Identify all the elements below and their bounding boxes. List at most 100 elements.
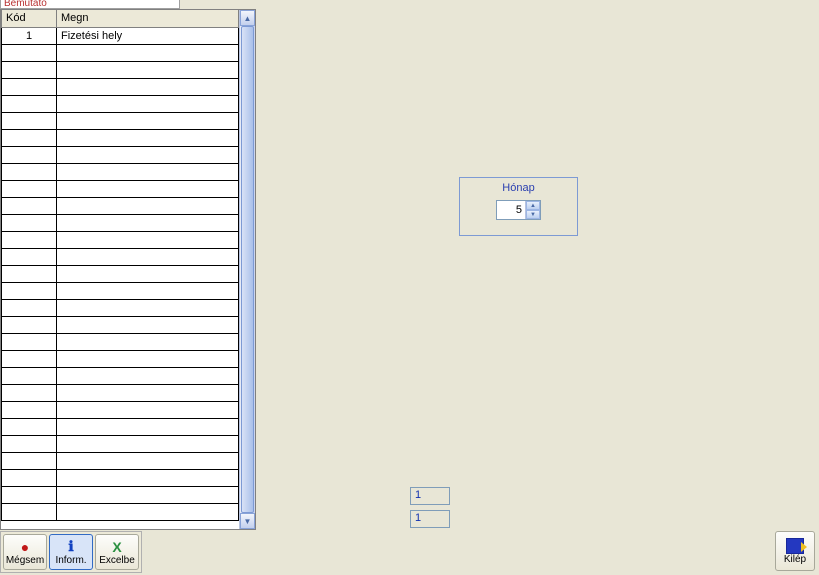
- tab-remnant[interactable]: Bemutató: [0, 0, 180, 9]
- cell-megn[interactable]: [57, 214, 239, 231]
- table-row[interactable]: [2, 333, 239, 350]
- table-row[interactable]: [2, 299, 239, 316]
- cell-kod[interactable]: [2, 44, 57, 61]
- cell-kod[interactable]: [2, 452, 57, 469]
- cell-megn[interactable]: [57, 401, 239, 418]
- scroll-thumb[interactable]: [241, 26, 254, 513]
- table-row[interactable]: [2, 452, 239, 469]
- cell-megn[interactable]: [57, 78, 239, 95]
- cell-kod[interactable]: [2, 384, 57, 401]
- cell-kod[interactable]: [2, 486, 57, 503]
- table-row[interactable]: [2, 163, 239, 180]
- cell-megn[interactable]: [57, 435, 239, 452]
- table-row[interactable]: [2, 350, 239, 367]
- cell-kod[interactable]: [2, 435, 57, 452]
- table-row[interactable]: [2, 146, 239, 163]
- table-row[interactable]: [2, 316, 239, 333]
- table-vertical-scrollbar[interactable]: ▲ ▼: [239, 10, 255, 529]
- cell-megn[interactable]: [57, 265, 239, 282]
- cell-megn[interactable]: [57, 44, 239, 61]
- table-row[interactable]: [2, 418, 239, 435]
- cell-kod[interactable]: [2, 299, 57, 316]
- cell-megn[interactable]: [57, 112, 239, 129]
- table-row[interactable]: [2, 214, 239, 231]
- cell-kod[interactable]: [2, 112, 57, 129]
- cell-kod[interactable]: [2, 350, 57, 367]
- col-header-kod[interactable]: Kód: [2, 10, 57, 27]
- table-row[interactable]: [2, 401, 239, 418]
- cell-megn[interactable]: [57, 367, 239, 384]
- table-row[interactable]: [2, 248, 239, 265]
- cell-kod[interactable]: [2, 163, 57, 180]
- cell-megn[interactable]: [57, 61, 239, 78]
- cell-megn[interactable]: [57, 333, 239, 350]
- table-row[interactable]: [2, 231, 239, 248]
- cell-kod[interactable]: [2, 418, 57, 435]
- cell-kod[interactable]: [2, 248, 57, 265]
- cell-megn[interactable]: [57, 486, 239, 503]
- col-header-megn[interactable]: Megn: [57, 10, 239, 27]
- cell-megn[interactable]: [57, 231, 239, 248]
- table-row[interactable]: [2, 129, 239, 146]
- cell-kod[interactable]: [2, 146, 57, 163]
- table-row[interactable]: [2, 265, 239, 282]
- table-row[interactable]: [2, 435, 239, 452]
- cell-megn[interactable]: [57, 299, 239, 316]
- cell-kod[interactable]: [2, 78, 57, 95]
- scroll-down-button[interactable]: ▼: [240, 513, 255, 529]
- table-row[interactable]: [2, 180, 239, 197]
- cell-megn[interactable]: [57, 452, 239, 469]
- table-row[interactable]: [2, 503, 239, 520]
- cell-megn[interactable]: [57, 384, 239, 401]
- cell-megn[interactable]: [57, 180, 239, 197]
- excel-button[interactable]: X Excelbe: [95, 534, 139, 570]
- cell-megn[interactable]: [57, 503, 239, 520]
- cell-kod[interactable]: [2, 282, 57, 299]
- scroll-up-button[interactable]: ▲: [240, 10, 255, 26]
- exit-button[interactable]: Kilép: [775, 531, 815, 571]
- table-row[interactable]: [2, 367, 239, 384]
- table-row[interactable]: [2, 95, 239, 112]
- cell-kod[interactable]: [2, 401, 57, 418]
- month-input[interactable]: [497, 201, 525, 219]
- cell-megn[interactable]: [57, 469, 239, 486]
- cell-megn[interactable]: [57, 163, 239, 180]
- table-row[interactable]: 1Fizetési hely: [2, 27, 239, 44]
- cell-kod[interactable]: [2, 214, 57, 231]
- info-button[interactable]: ℹ Inform.: [49, 534, 93, 570]
- cell-kod[interactable]: 1: [2, 27, 57, 44]
- cell-megn[interactable]: [57, 95, 239, 112]
- cell-kod[interactable]: [2, 265, 57, 282]
- cell-megn[interactable]: Fizetési hely: [57, 27, 239, 44]
- table-row[interactable]: [2, 469, 239, 486]
- cell-megn[interactable]: [57, 129, 239, 146]
- cell-kod[interactable]: [2, 129, 57, 146]
- cell-kod[interactable]: [2, 180, 57, 197]
- cell-kod[interactable]: [2, 469, 57, 486]
- cell-megn[interactable]: [57, 197, 239, 214]
- cell-kod[interactable]: [2, 95, 57, 112]
- table-row[interactable]: [2, 486, 239, 503]
- cell-megn[interactable]: [57, 146, 239, 163]
- cell-megn[interactable]: [57, 350, 239, 367]
- cell-megn[interactable]: [57, 282, 239, 299]
- table-row[interactable]: [2, 44, 239, 61]
- cell-megn[interactable]: [57, 418, 239, 435]
- cell-kod[interactable]: [2, 197, 57, 214]
- cell-kod[interactable]: [2, 333, 57, 350]
- cell-kod[interactable]: [2, 316, 57, 333]
- spin-down-button[interactable]: ▼: [526, 210, 540, 219]
- table-row[interactable]: [2, 61, 239, 78]
- cell-kod[interactable]: [2, 231, 57, 248]
- table-row[interactable]: [2, 78, 239, 95]
- table-row[interactable]: [2, 384, 239, 401]
- table-row[interactable]: [2, 197, 239, 214]
- cell-kod[interactable]: [2, 61, 57, 78]
- spin-up-button[interactable]: ▲: [526, 201, 540, 210]
- cell-kod[interactable]: [2, 367, 57, 384]
- cell-megn[interactable]: [57, 248, 239, 265]
- table-row[interactable]: [2, 282, 239, 299]
- table-row[interactable]: [2, 112, 239, 129]
- cell-kod[interactable]: [2, 503, 57, 520]
- cancel-button[interactable]: ● Mégsem: [3, 534, 47, 570]
